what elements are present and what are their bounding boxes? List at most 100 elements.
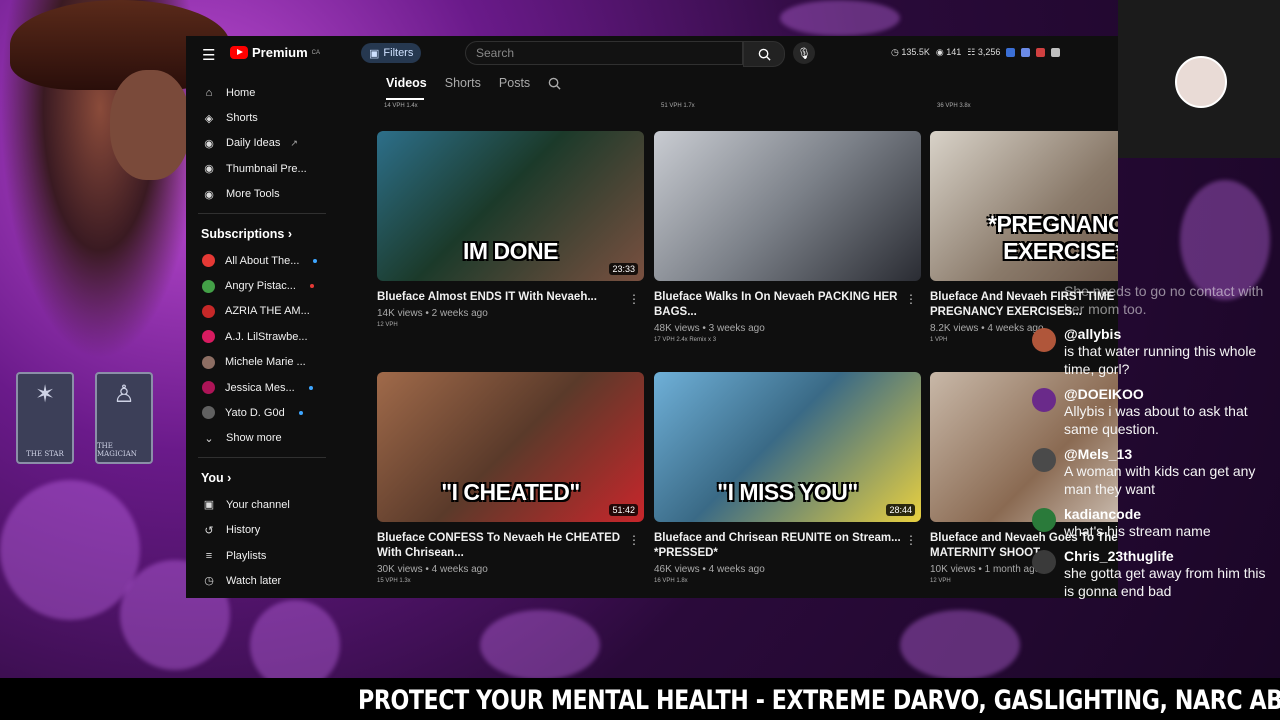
video-meta: 30K views • 4 weeks ago <box>377 564 488 575</box>
news-ticker: PROTECT YOUR MENTAL HEALTH - EXTREME DAR… <box>0 678 1280 720</box>
bokeh-light <box>780 0 900 36</box>
video-card[interactable]: IM DONE 23:33 Blueface Almost ENDS IT With… <box>377 131 644 328</box>
sidebar-item-subscription[interactable]: AZRIA THE AM... <box>186 299 338 324</box>
extension-icon[interactable] <box>1006 48 1016 57</box>
search-icon[interactable] <box>548 77 561 90</box>
chat-message: @Mels_13 A woman with kids can get any ma… <box>1030 446 1266 498</box>
sidebar-item-watch-later[interactable]: ◷ Watch later <box>186 568 338 593</box>
video-thumbnail[interactable]: "I MISS YOU" 28:44 <box>654 372 921 522</box>
sidebar-item-label: Michele Marie ... <box>225 356 306 369</box>
top-bar: ☰ Premium CA ▣ Filters Search 🎙 ◷ 135.5K… <box>186 36 1118 70</box>
vph-badge: 12 VPH <box>377 322 398 328</box>
sidebar-item-home[interactable]: ⌂ Home <box>186 80 338 105</box>
video-card[interactable]: "I MISS YOU" 28:44 Blueface and Chrisean R… <box>654 372 921 584</box>
thumbnail-caption: *PREGNANCY EXERCISE* <box>988 211 1118 264</box>
tab-videos[interactable]: Videos <box>386 76 427 90</box>
thumbnail-caption: "I MISS YOU" <box>717 479 858 505</box>
video-card[interactable]: "I CHEATED" 51:42 Blueface CONFESS To Neva… <box>377 372 644 584</box>
tab-posts[interactable]: Posts <box>499 76 530 90</box>
vph-badge: 16 VPH 1.8x <box>654 578 688 584</box>
sidebar-item-daily-ideas[interactable]: ◉ Daily Ideas ↗ <box>186 131 338 156</box>
star-icon: ✶ <box>34 380 56 408</box>
extension-icon[interactable] <box>1021 48 1031 57</box>
avatar <box>202 279 215 293</box>
youtube-logo[interactable]: Premium CA <box>230 45 320 60</box>
youtube-play-icon <box>230 46 248 59</box>
search-button[interactable] <box>743 41 785 67</box>
extension-icon[interactable] <box>1051 48 1061 57</box>
avatar <box>1032 550 1056 574</box>
sidebar-item-thumbnail-preview[interactable]: ◉ Thumbnail Pre... <box>186 156 338 181</box>
video-card[interactable]: Blueface Walks In On Nevaeh PACKING HER … <box>654 131 921 343</box>
sidebar-item-your-channel[interactable]: ▣ Your channel <box>186 492 338 517</box>
more-options-icon[interactable]: ⋮ <box>905 292 917 306</box>
video-thumbnail[interactable]: "I CHEATED" 51:42 <box>377 372 644 522</box>
video-title[interactable]: Blueface Walks In On Nevaeh PACKING HER … <box>654 290 921 320</box>
ticker-text: PROTECT YOUR MENTAL HEALTH - EXTREME DAR… <box>358 685 1280 716</box>
avatar <box>1032 388 1056 412</box>
chat-username: @allybis <box>1064 326 1122 342</box>
chat-username: @DOEIKOO <box>1064 386 1144 402</box>
sidebar-item-label: All About The... <box>225 254 300 267</box>
sidebar-item-more-tools[interactable]: ◉ More Tools <box>186 182 338 207</box>
menu-icon[interactable]: ☰ <box>202 46 215 64</box>
mic-button[interactable]: 🎙 <box>793 42 815 64</box>
chevron-right-icon: › <box>287 226 292 241</box>
sidebar-item-shorts[interactable]: ◈ Shorts <box>186 105 338 130</box>
show-more-button[interactable]: ⌄ Show more <box>186 426 338 451</box>
video-thumbnail[interactable]: *PREGNANCY EXERCISE*16:29 <box>930 131 1118 281</box>
witch-face <box>110 70 190 180</box>
more-options-icon[interactable]: ⋮ <box>628 533 640 547</box>
sidebar-item-subscription[interactable]: Angry Pistac... <box>186 273 338 298</box>
extension-icon[interactable] <box>1036 48 1046 57</box>
sidebar-item-subscription[interactable]: All About The... <box>186 248 338 273</box>
video-thumbnail[interactable]: IM DONE 23:33 <box>377 131 644 281</box>
filters-label: Filters <box>383 47 414 59</box>
thumbnail-caption: "I CHEATED" <box>441 479 580 505</box>
sidebar-item-playlists[interactable]: ≡ Playlists <box>186 543 338 568</box>
ideas-icon: ◉ <box>204 137 214 150</box>
stream-chat: She needs to go no contact with her mom … <box>1030 282 1266 608</box>
sidebar-item-subscription[interactable]: Michele Marie ... <box>186 350 338 375</box>
chat-message: Chris_23thuglife she gotta get away from … <box>1030 548 1266 600</box>
webcam-avatar <box>1175 56 1227 108</box>
sidebar-item-history[interactable]: ↺ History <box>186 517 338 542</box>
sidebar-item-label: Angry Pistac... <box>225 280 296 293</box>
video-title[interactable]: Blueface and Chrisean REUNITE on Stream.… <box>654 531 921 561</box>
thumbnail-caption: IM DONE <box>463 238 558 264</box>
bokeh-light <box>480 610 600 680</box>
sidebar-item-subscription[interactable]: A.J. LilStrawbe... <box>186 324 338 349</box>
live-dot <box>309 284 314 289</box>
views-stat: ◷ 135.5K <box>891 47 930 57</box>
tab-shorts[interactable]: Shorts <box>445 76 481 90</box>
chat-text: is that water running this whole time, g… <box>1064 343 1257 377</box>
more-options-icon[interactable]: ⋮ <box>628 292 640 306</box>
video-title[interactable]: Blueface Almost ENDS IT With Nevaeh... <box>377 290 644 305</box>
you-heading[interactable]: You › <box>186 464 338 492</box>
subscriptions-heading[interactable]: Subscriptions › <box>186 220 338 248</box>
filters-button[interactable]: ▣ Filters <box>361 43 422 63</box>
tarot-card-label: THE MAGICIAN <box>97 442 137 458</box>
playlists-icon: ≡ <box>205 549 213 562</box>
region-label: CA <box>311 49 320 56</box>
bokeh-light <box>0 480 140 620</box>
avatar <box>202 254 215 268</box>
video-duration: 28:44 <box>886 504 915 516</box>
chat-username: @Mels_13 <box>1064 446 1133 462</box>
avatar <box>1032 448 1056 472</box>
video-title[interactable]: Blueface CONFESS To Nevaeh He CHEATED Wi… <box>377 531 644 561</box>
divider <box>198 457 326 459</box>
tarot-card-label: THE STAR <box>26 450 64 458</box>
brand-label: Premium <box>252 45 308 60</box>
sidebar-item-subscription[interactable]: Jessica Mes... <box>186 375 338 400</box>
sidebar-item-label: Yato D. G0d <box>225 406 285 419</box>
sidebar-item-subscription[interactable]: Yato D. G0d <box>186 400 338 425</box>
chat-text: She needs to go no contact with her mom … <box>1064 283 1264 317</box>
magician-icon: ♙ <box>113 380 135 408</box>
video-thumbnail[interactable] <box>654 131 921 281</box>
search-input[interactable]: Search <box>465 41 743 65</box>
sidebar-item-label: Show more <box>226 432 282 445</box>
more-options-icon[interactable]: ⋮ <box>905 533 917 547</box>
avatar <box>202 406 215 420</box>
sidebar: ⌂ Home ◈ Shorts ◉ Daily Ideas ↗ ◉ Thumbnail P… <box>186 80 338 594</box>
